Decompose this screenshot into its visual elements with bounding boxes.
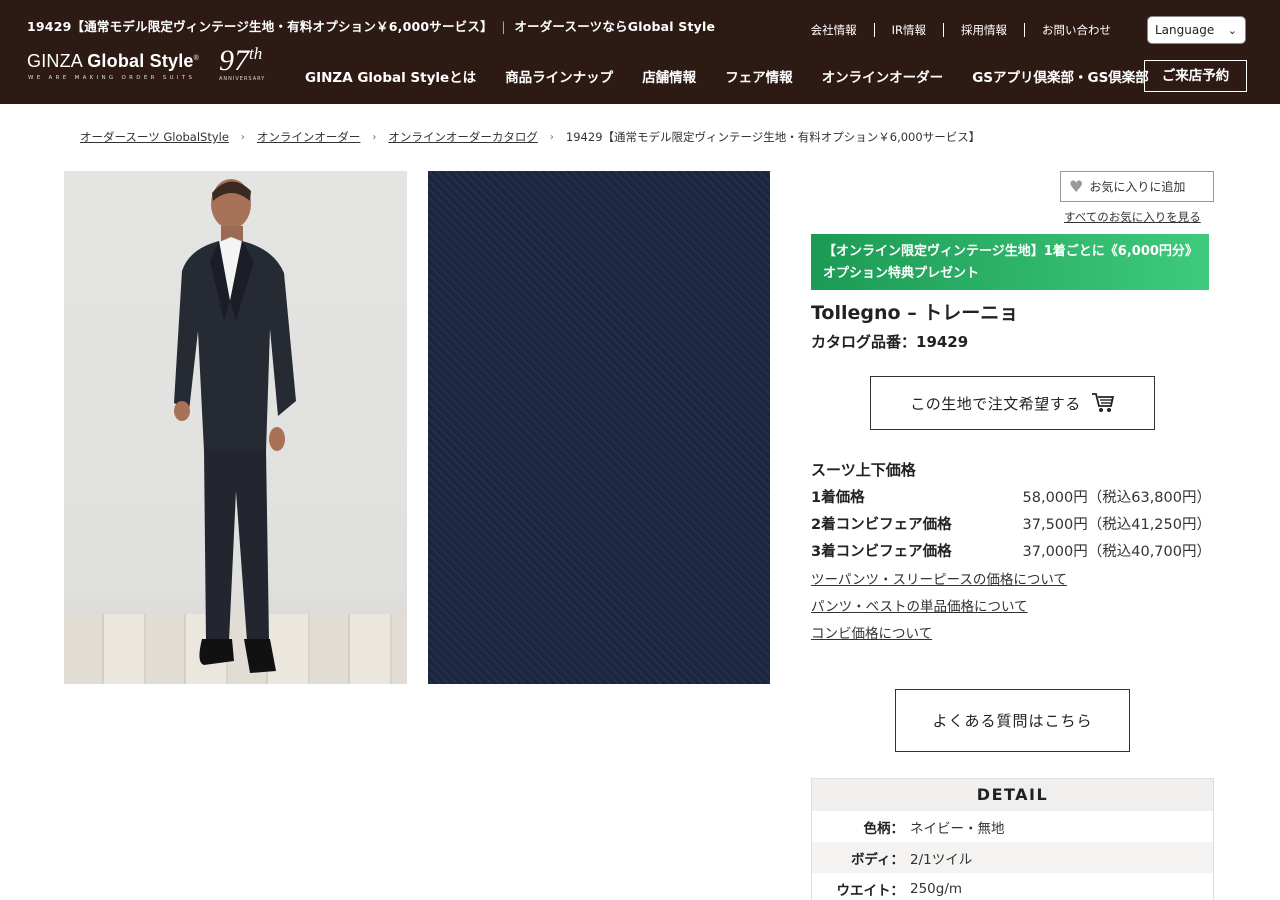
cart-icon: [1091, 393, 1114, 412]
visit-reservation-button[interactable]: ご来店予約: [1144, 60, 1247, 92]
site-header: 19429【通常モデル限定ヴィンテージ生地・有料オプション￥6,000サービス】…: [0, 0, 1280, 104]
language-select-label: Language: [1155, 23, 1215, 37]
price-label: 3着コンビフェア価格: [811, 544, 952, 560]
detail-heading: DETAIL: [812, 779, 1213, 811]
price-row: 3着コンビフェア価格 37,000円（税込40,700円）: [811, 540, 1211, 561]
logo-wordmark: GINZA Global Style®: [27, 51, 200, 71]
price-link-single-items[interactable]: パンツ・ベストの単品価格について: [811, 595, 1028, 615]
price-label: 2着コンビフェア価格: [811, 517, 952, 533]
detail-key: 色柄：: [863, 820, 905, 837]
breadcrumb: オーダースーツ GlobalStyle › オンラインオーダー › オンラインオ…: [80, 129, 980, 145]
order-request-button[interactable]: この生地で注文希望する: [870, 376, 1155, 430]
faq-button[interactable]: よくある質問はこちら: [895, 689, 1130, 752]
header-title-separator: |: [501, 19, 506, 34]
product-name: Tollegno – トレーニョ: [811, 302, 1019, 324]
nav-item-lineup[interactable]: 商品ラインナップ: [505, 66, 613, 86]
price-value: 37,500円（税込41,250円）: [1022, 517, 1211, 533]
breadcrumb-separator: ›: [549, 131, 554, 143]
nav-item-about[interactable]: GINZA Global Styleとは: [305, 66, 476, 86]
detail-row: ボディ： 2/1ツイル: [812, 842, 1213, 873]
all-favorites-link[interactable]: すべてのお気に入りを見る: [1064, 209, 1201, 225]
site-logo[interactable]: GINZA Global Style® WE ARE MAKING ORDER …: [27, 44, 277, 90]
logo-anniversary: 97th: [219, 44, 263, 77]
model-photo[interactable]: [64, 171, 407, 684]
breadcrumb-catalog[interactable]: オンラインオーダーカタログ: [388, 129, 538, 145]
fabric-swatch-image[interactable]: [428, 171, 770, 684]
price-heading: スーツ上下価格: [811, 461, 916, 479]
nav-item-online-order[interactable]: オンラインオーダー: [822, 66, 944, 86]
breadcrumb-separator: ›: [240, 131, 245, 143]
detail-table: DETAIL 色柄： ネイビー・無地 ボディ： 2/1ツイル ウエイト： 250…: [811, 778, 1214, 900]
detail-value: 2/1ツイル: [910, 851, 973, 868]
header-tagline: オーダースーツならGlobal Style: [514, 19, 716, 34]
detail-value: ネイビー・無地: [910, 820, 1005, 837]
price-value: 58,000円（税込63,800円）: [1022, 490, 1211, 506]
breadcrumb-online-order[interactable]: オンラインオーダー: [257, 129, 361, 145]
breadcrumb-current: 19429【通常モデル限定ヴィンテージ生地・有料オプション￥6,000サービス】: [565, 130, 981, 144]
promo-banner: 【オンライン限定ヴィンテージ生地】1着ごとに《6,000円分》オプション特典プレ…: [811, 234, 1209, 290]
global-nav: GINZA Global Styleとは 商品ラインナップ 店舗情報 フェア情報…: [305, 66, 1178, 86]
nav-item-club[interactable]: GSアプリ倶楽部・GS倶楽部: [972, 66, 1149, 86]
nav-item-fair[interactable]: フェア情報: [725, 66, 793, 86]
price-label: 1着価格: [811, 490, 865, 506]
nav-item-stores[interactable]: 店舗情報: [642, 66, 696, 86]
logo-slogan: WE ARE MAKING ORDER SUITS: [28, 75, 196, 81]
price-link-two-pants[interactable]: ツーパンツ・スリーピースの価格について: [811, 568, 1067, 588]
util-link-ir[interactable]: IR情報: [873, 23, 943, 37]
logo-anniversary-label: ANNIVERSARY: [219, 76, 266, 82]
util-link-contact[interactable]: お問い合わせ: [1024, 23, 1128, 37]
header-title-text: 19429【通常モデル限定ヴィンテージ生地・有料オプション￥6,000サービス】: [27, 19, 493, 34]
detail-key: ボディ：: [850, 851, 904, 868]
breadcrumb-separator: ›: [372, 131, 377, 143]
price-row: 1着価格 58,000円（税込63,800円）: [811, 486, 1211, 507]
detail-key: ウエイト：: [836, 882, 905, 899]
price-row: 2着コンビフェア価格 37,500円（税込41,250円）: [811, 513, 1211, 534]
price-value: 37,000円（税込40,700円）: [1022, 544, 1211, 560]
heart-icon: ♥: [1069, 177, 1084, 196]
util-link-recruit[interactable]: 採用情報: [943, 23, 1024, 37]
util-link-company[interactable]: 会社情報: [794, 23, 874, 37]
detail-row: 色柄： ネイビー・無地: [812, 811, 1213, 842]
breadcrumb-home[interactable]: オーダースーツ GlobalStyle: [80, 129, 229, 145]
language-select[interactable]: Language ⌄: [1147, 16, 1246, 44]
header-page-title: 19429【通常モデル限定ヴィンテージ生地・有料オプション￥6,000サービス】…: [27, 16, 715, 35]
chevron-down-icon: ⌄: [1227, 24, 1237, 37]
model-figure: [174, 179, 296, 673]
detail-row: ウエイト： 250g/m: [812, 873, 1213, 900]
add-favorite-label: お気に入りに追加: [1089, 180, 1186, 194]
add-favorite-button[interactable]: ♥ お気に入りに追加: [1060, 171, 1214, 202]
utility-nav: 会社情報 IR情報 採用情報 お問い合わせ: [794, 23, 1128, 37]
catalog-number: カタログ品番：19429: [811, 333, 969, 351]
detail-value: 250g/m: [910, 880, 963, 897]
price-link-combi[interactable]: コンビ価格について: [811, 622, 932, 642]
order-request-label: この生地で注文希望する: [910, 394, 1081, 413]
